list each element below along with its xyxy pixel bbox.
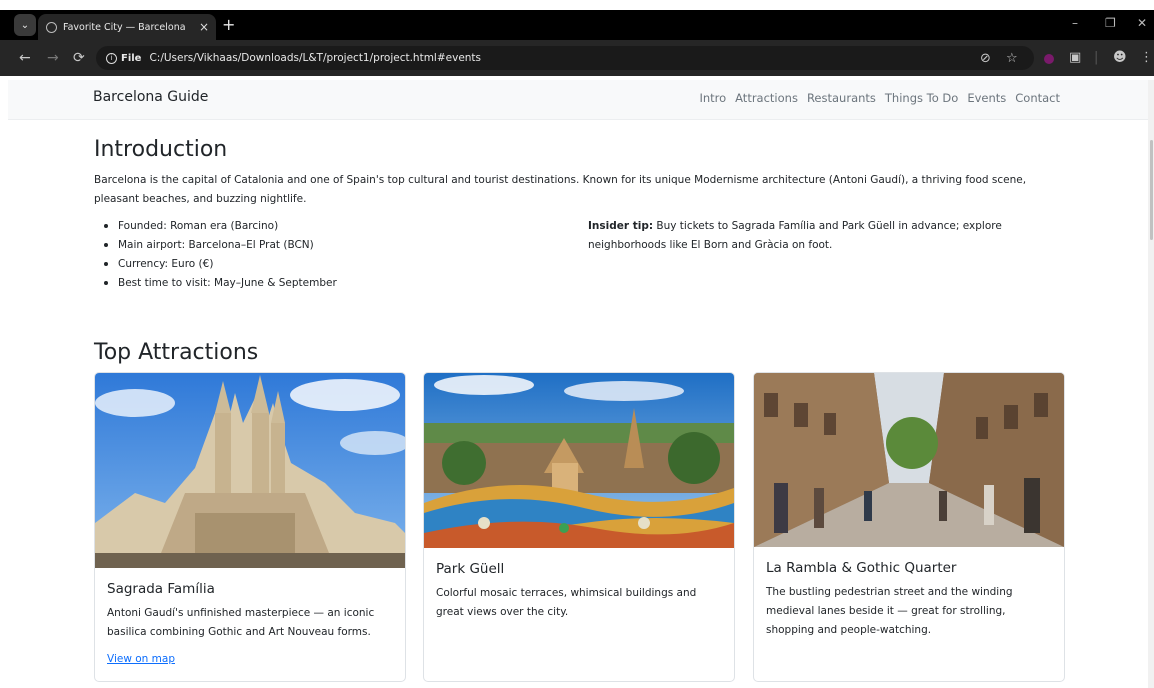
address-bar[interactable]: i File C:/Users/Vikhaas/Downloads/L&T/pr… bbox=[96, 46, 1034, 70]
card-text: Colorful mosaic terraces, whimsical buil… bbox=[436, 587, 697, 618]
site-brand[interactable]: Barcelona Guide bbox=[93, 89, 208, 105]
puzzle-icon[interactable]: ▣ bbox=[1069, 50, 1081, 65]
la-rambla-image bbox=[754, 373, 1064, 547]
nav-link-events[interactable]: Events bbox=[967, 91, 1006, 105]
card-text: The bustling pedestrian street and the w… bbox=[766, 586, 1013, 636]
restore-icon[interactable]: ❐ bbox=[1105, 16, 1116, 30]
back-icon[interactable]: ← bbox=[19, 49, 31, 67]
card-text: Antoni Gaudí's unfinished masterpiece — … bbox=[107, 607, 375, 638]
tab-close-button[interactable]: × bbox=[196, 20, 212, 34]
intro-heading: Introduction bbox=[94, 137, 228, 162]
site-navbar: Barcelona Guide Intro Attractions Restau… bbox=[8, 80, 1154, 120]
toolbar-divider: | bbox=[1094, 50, 1099, 65]
facts-list: Founded: Roman era (Barcino) Main airpor… bbox=[104, 217, 337, 293]
browser-toolbar: ← → ⟳ i File C:/Users/Vikhaas/Downloads/… bbox=[0, 40, 1154, 76]
info-icon[interactable]: i bbox=[106, 52, 117, 64]
attraction-card-park-guell: Park Güell Colorful mosaic terraces, whi… bbox=[423, 372, 735, 682]
insider-tip: Insider tip: Buy tickets to Sagrada Famí… bbox=[588, 217, 1038, 255]
url-text[interactable]: C:/Users/Vikhaas/Downloads/L&T/project1/… bbox=[149, 52, 481, 64]
view-on-map-link[interactable]: View on map bbox=[107, 653, 175, 665]
park-guell-image bbox=[424, 373, 734, 548]
attraction-card-la-rambla: La Rambla & Gothic Quarter The bustling … bbox=[753, 372, 1065, 682]
nav-link-intro[interactable]: Intro bbox=[699, 91, 726, 105]
kebab-icon[interactable]: ⋮ bbox=[1140, 50, 1153, 65]
nav-link-restaurants[interactable]: Restaurants bbox=[807, 91, 876, 105]
close-icon[interactable]: ✕ bbox=[1137, 16, 1147, 30]
forward-icon[interactable]: → bbox=[47, 49, 59, 67]
url-scheme: File bbox=[121, 52, 142, 64]
sagrada-familia-image bbox=[95, 373, 405, 568]
scrollbar-thumb[interactable] bbox=[1150, 140, 1153, 240]
nav-link-attractions[interactable]: Attractions bbox=[735, 91, 798, 105]
browser-tab[interactable]: Favorite City — Barcelona × bbox=[38, 14, 216, 40]
minimize-icon[interactable]: – bbox=[1072, 16, 1078, 30]
card-title: La Rambla & Gothic Quarter bbox=[766, 560, 957, 576]
nav-link-contact[interactable]: Contact bbox=[1015, 91, 1060, 105]
browser-tab-bar: ⌄ Favorite City — Barcelona × + – ❐ ✕ bbox=[0, 10, 1154, 40]
list-item: Currency: Euro (€) bbox=[104, 255, 337, 274]
nav-links: Intro Attractions Restaurants Things To … bbox=[699, 91, 1060, 105]
globe-icon bbox=[46, 21, 57, 33]
attractions-heading: Top Attractions bbox=[94, 340, 259, 365]
tip-label: Insider tip: bbox=[588, 220, 654, 232]
eye-off-icon[interactable]: ⊘ bbox=[980, 51, 991, 66]
reload-icon[interactable]: ⟳ bbox=[73, 49, 85, 67]
tab-menu-icon[interactable]: ⌄ bbox=[14, 14, 36, 36]
card-title: Park Güell bbox=[436, 561, 505, 577]
card-title: Sagrada Família bbox=[107, 581, 215, 597]
intro-lead: Barcelona is the capital of Catalonia an… bbox=[94, 174, 1027, 205]
list-item: Main airport: Barcelona–El Prat (BCN) bbox=[104, 236, 337, 255]
tab-title: Favorite City — Barcelona bbox=[63, 21, 186, 33]
nav-link-things-to-do[interactable]: Things To Do bbox=[885, 91, 958, 105]
profile-icon[interactable]: ☻ bbox=[1113, 50, 1127, 65]
attraction-card-sagrada-familia: Sagrada Família Antoni Gaudí's unfinishe… bbox=[94, 372, 406, 682]
star-icon[interactable]: ☆ bbox=[1006, 51, 1018, 66]
list-item: Best time to visit: May–June & September bbox=[104, 274, 337, 293]
list-item: Founded: Roman era (Barcino) bbox=[104, 217, 337, 236]
extension-icon[interactable] bbox=[1044, 54, 1054, 64]
new-tab-button[interactable]: + bbox=[222, 15, 235, 35]
